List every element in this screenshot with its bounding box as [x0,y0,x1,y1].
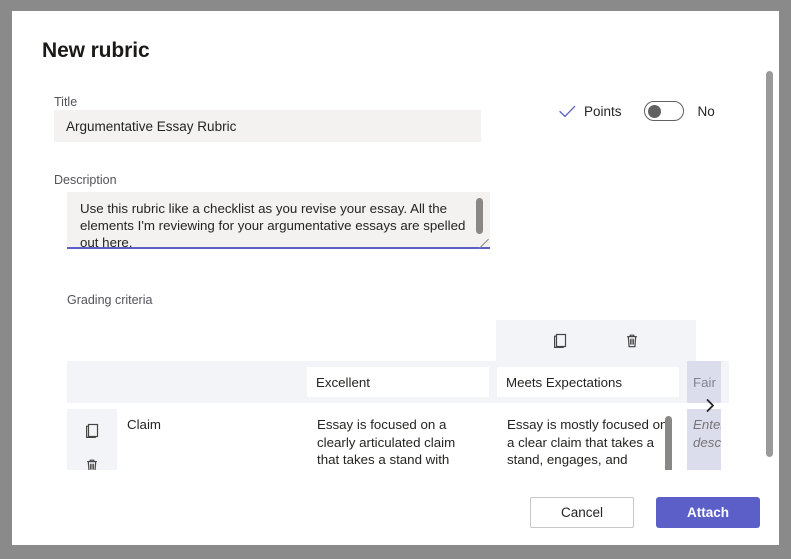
column-header-meets [497,361,687,403]
title-field-label: Title [54,95,77,109]
page-title: New rubric [42,39,150,63]
excellent-textarea[interactable] [307,409,489,470]
meets-textarea[interactable] [497,409,679,470]
attach-button[interactable]: Attach [656,497,760,528]
dialog-scrollbar-thumb[interactable] [766,71,773,457]
cell-excellent [307,409,497,470]
column-header-excellent [307,361,497,403]
grading-criteria-table [67,320,729,470]
grading-criteria-label: Grading criteria [67,293,152,307]
table-row [67,409,729,470]
description-field-wrapper [67,192,490,249]
column-header-input-meets[interactable] [497,367,679,397]
points-toggle-row: Points No [558,99,715,123]
column-header-input-excellent[interactable] [307,367,489,397]
column-hover-toolbar [496,320,696,361]
description-field-label: Description [54,173,117,187]
new-rubric-dialog: New rubric Title Points No Description G [12,11,779,545]
column-header-input-fair[interactable] [687,367,721,397]
points-state-label: No [698,104,715,119]
row-action-buttons [67,409,117,470]
points-toggle-switch[interactable] [644,101,684,121]
column-delete-button[interactable] [620,329,644,353]
criteria-header-row [67,361,729,403]
scroll-right-button[interactable] [699,394,721,416]
criterion-textarea[interactable] [117,409,299,470]
criteria-header-spacer [67,361,307,403]
modal-backdrop: New rubric Title Points No Description G [0,0,791,559]
row-delete-button[interactable] [79,453,105,470]
checkmark-icon [558,102,576,120]
points-label: Points [584,104,622,119]
cell-criterion [117,409,307,470]
cancel-button[interactable]: Cancel [530,497,634,528]
cell-meets [497,409,687,470]
cell-fair [687,409,721,470]
description-resize-handle[interactable] [479,238,489,248]
title-input[interactable] [54,110,481,142]
row-copy-button[interactable] [79,418,105,444]
fair-textarea[interactable] [687,409,721,470]
description-textarea[interactable] [67,192,490,249]
column-copy-button[interactable] [548,329,572,353]
toggle-knob [648,105,661,118]
